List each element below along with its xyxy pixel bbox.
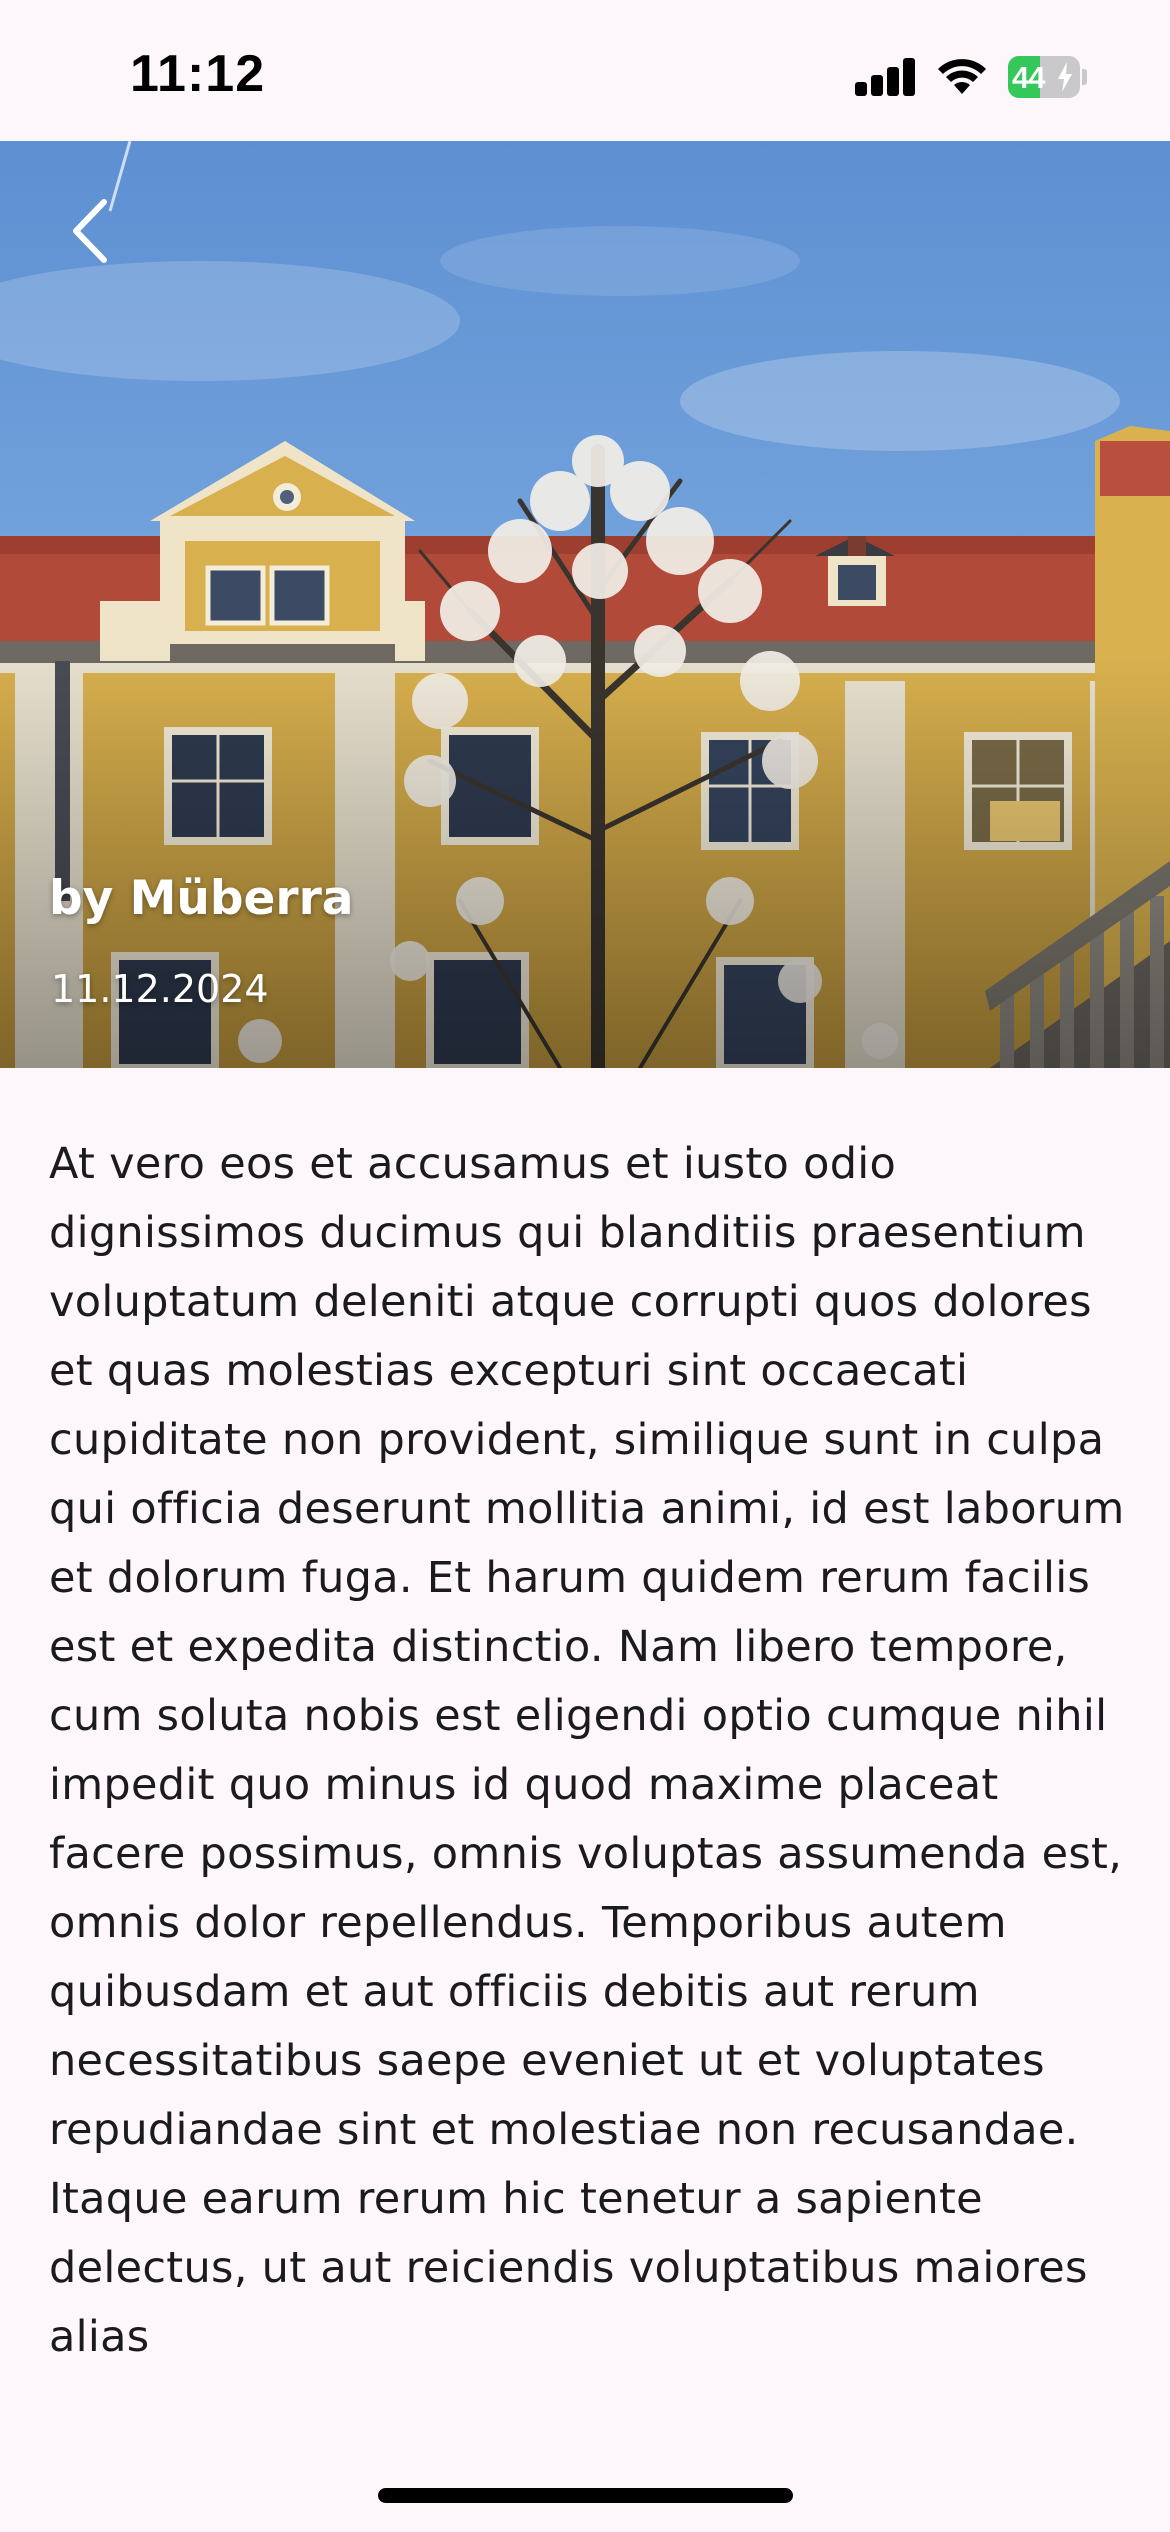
status-bar: 11:12 44 bbox=[0, 0, 1170, 141]
author-label: by Müberra bbox=[49, 871, 354, 926]
back-button[interactable] bbox=[50, 181, 130, 281]
article-body-text: At vero eos et accusamus et iusto odio d… bbox=[49, 1139, 1125, 2362]
hero-image: by Müberra 11.12.2024 bbox=[0, 141, 1170, 1068]
status-time: 11:12 bbox=[130, 45, 266, 103]
home-indicator[interactable] bbox=[378, 2488, 793, 2503]
building-photo bbox=[0, 141, 1170, 1068]
battery-percent: 44 bbox=[1012, 60, 1045, 95]
wifi-icon bbox=[938, 59, 986, 94]
charging-bolt-icon bbox=[1058, 62, 1072, 92]
battery-icon: 44 bbox=[1008, 56, 1088, 98]
signal-icon bbox=[855, 58, 915, 96]
post-detail-screen: 11:12 44 by Müberra 11.12.2024 At vero e… bbox=[0, 0, 1170, 2532]
chevron-left-icon bbox=[73, 199, 107, 263]
post-date: 11.12.2024 bbox=[51, 967, 269, 1011]
